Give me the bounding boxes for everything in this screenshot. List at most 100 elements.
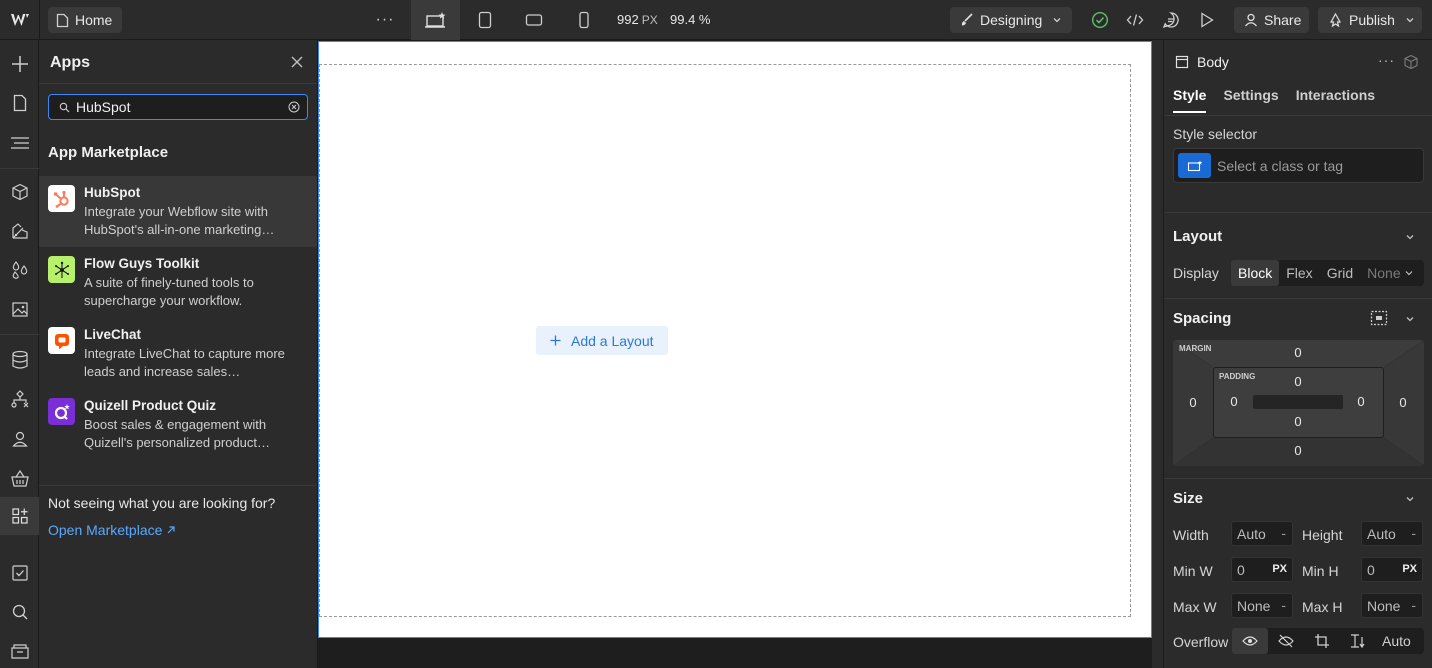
navigator-button[interactable] bbox=[0, 124, 39, 162]
apps-button[interactable] bbox=[0, 497, 39, 535]
variables-button[interactable] bbox=[0, 251, 39, 289]
panel-tabs: Style Settings Interactions bbox=[1173, 87, 1375, 113]
add-layout-button[interactable]: Add a Layout bbox=[536, 326, 668, 355]
max-width-input[interactable]: None - bbox=[1231, 593, 1293, 618]
canvas-viewport[interactable]: Add a Layout bbox=[318, 41, 1152, 638]
apps-search-field[interactable] bbox=[48, 94, 308, 120]
spacing-section-title: Spacing bbox=[1173, 310, 1232, 327]
display-block-option[interactable]: Block bbox=[1231, 260, 1280, 286]
min-width-input[interactable]: 0 PX bbox=[1231, 557, 1293, 582]
spacing-preset-icon[interactable] bbox=[1370, 310, 1388, 326]
breakpoint-mobile-portrait-button[interactable] bbox=[569, 6, 599, 34]
mobile-portrait-icon bbox=[579, 11, 589, 29]
audit-button[interactable] bbox=[0, 554, 39, 592]
style-selector-field[interactable]: Select a class or tag bbox=[1173, 148, 1424, 183]
style-selector-placeholder: Select a class or tag bbox=[1217, 158, 1344, 174]
webflow-logo-icon[interactable] bbox=[0, 0, 40, 40]
assets-button[interactable] bbox=[0, 290, 39, 328]
app-item-quizell-product-quiz[interactable]: Quizell Product Quiz Boost sales & engag… bbox=[39, 389, 317, 460]
page-selector-button[interactable]: Home bbox=[48, 7, 123, 33]
clear-search-icon[interactable] bbox=[288, 101, 300, 113]
backups-button[interactable] bbox=[0, 632, 39, 668]
overflow-hidden-option[interactable] bbox=[1268, 628, 1304, 654]
share-button[interactable]: Share bbox=[1234, 7, 1309, 33]
max-width-value: None bbox=[1237, 598, 1271, 614]
open-marketplace-label: Open Marketplace bbox=[48, 522, 163, 538]
flow-icon bbox=[10, 390, 28, 408]
padding-box: PADDING 0 0 0 0 bbox=[1213, 367, 1384, 438]
height-input[interactable]: Auto - bbox=[1361, 521, 1423, 546]
viewport-width[interactable]: 992 PX bbox=[617, 12, 658, 27]
overflow-visible-option[interactable] bbox=[1232, 628, 1268, 654]
component-cube-icon[interactable] bbox=[1403, 54, 1419, 70]
search-icon bbox=[59, 102, 70, 112]
padding-bottom-value[interactable]: 0 bbox=[1288, 414, 1308, 429]
display-toggle-group: Block Flex Grid None bbox=[1231, 260, 1424, 286]
padding-right-value[interactable]: 0 bbox=[1351, 394, 1371, 409]
element-type-badge[interactable] bbox=[1178, 153, 1211, 178]
breakpoint-mobile-landscape-button[interactable] bbox=[519, 6, 549, 34]
add-elements-button[interactable] bbox=[0, 45, 39, 83]
breakpoint-tablet-button[interactable] bbox=[470, 6, 500, 34]
body-element-outline[interactable] bbox=[319, 64, 1131, 617]
section-divider bbox=[1164, 298, 1432, 299]
comments-button[interactable] bbox=[1156, 6, 1186, 34]
min-height-value: 0 bbox=[1367, 562, 1375, 578]
max-height-input[interactable]: None - bbox=[1361, 593, 1423, 618]
margin-bottom-value[interactable]: 0 bbox=[1288, 443, 1308, 458]
chevron-down-icon[interactable] bbox=[1404, 232, 1416, 242]
overflow-scroll-option[interactable] bbox=[1304, 628, 1340, 654]
tab-style[interactable]: Style bbox=[1173, 87, 1207, 113]
display-none-option[interactable]: None bbox=[1360, 260, 1420, 286]
margin-top-value[interactable]: 0 bbox=[1288, 345, 1308, 360]
display-flex-option[interactable]: Flex bbox=[1279, 260, 1319, 286]
height-label: Height bbox=[1302, 527, 1343, 543]
max-height-label: Max H bbox=[1302, 599, 1343, 615]
min-width-label: Min W bbox=[1173, 563, 1213, 579]
plus-icon bbox=[11, 56, 28, 72]
status-check-button[interactable] bbox=[1085, 6, 1115, 34]
chevron-down-icon[interactable] bbox=[1404, 314, 1416, 324]
open-marketplace-link[interactable]: Open Marketplace bbox=[48, 522, 176, 538]
preview-button[interactable] bbox=[1192, 6, 1222, 34]
ecommerce-button[interactable] bbox=[0, 460, 39, 498]
chevron-down-icon[interactable] bbox=[1404, 494, 1416, 504]
users-button[interactable] bbox=[0, 420, 39, 458]
margin-left-value[interactable]: 0 bbox=[1183, 395, 1203, 410]
display-grid-option[interactable]: Grid bbox=[1320, 260, 1360, 286]
eye-off-icon bbox=[1278, 634, 1294, 648]
more-options-button[interactable]: ··· bbox=[370, 6, 400, 34]
app-item-flow-guys-toolkit[interactable]: Flow Guys Toolkit A suite of finely-tune… bbox=[39, 247, 317, 318]
min-width-value: 0 bbox=[1237, 562, 1245, 578]
overflow-auto-option[interactable]: Auto bbox=[1376, 633, 1411, 649]
overflow-scroll-option[interactable] bbox=[1340, 628, 1376, 654]
section-divider bbox=[1164, 478, 1432, 479]
min-height-input[interactable]: 0 PX bbox=[1361, 557, 1423, 582]
cms-button[interactable] bbox=[0, 341, 39, 379]
tab-settings[interactable]: Settings bbox=[1223, 87, 1278, 113]
breakpoint-desktop-button[interactable] bbox=[411, 0, 460, 40]
width-input[interactable]: Auto - bbox=[1231, 521, 1293, 546]
padding-top-value[interactable]: 0 bbox=[1288, 374, 1308, 389]
code-export-button[interactable] bbox=[1120, 6, 1150, 34]
publish-button[interactable]: Publish bbox=[1318, 7, 1422, 33]
apps-search-input[interactable] bbox=[76, 99, 276, 115]
app-item-livechat[interactable]: LiveChat Integrate LiveChat to capture m… bbox=[39, 318, 317, 389]
element-options-button[interactable]: ··· bbox=[1378, 52, 1395, 68]
box-model-editor: MARGIN 0 0 0 0 PADDING 0 0 0 0 bbox=[1173, 340, 1424, 466]
zoom-level[interactable]: 99.4 % bbox=[670, 12, 710, 27]
margin-right-value[interactable]: 0 bbox=[1393, 395, 1413, 410]
app-name: HubSpot bbox=[84, 185, 141, 200]
logic-button[interactable] bbox=[0, 380, 39, 418]
mode-dropdown[interactable]: Designing bbox=[950, 7, 1072, 33]
search-button[interactable] bbox=[0, 593, 39, 631]
tab-interactions[interactable]: Interactions bbox=[1296, 87, 1375, 113]
pages-button[interactable] bbox=[0, 84, 39, 122]
components-button[interactable] bbox=[0, 173, 39, 211]
close-icon[interactable] bbox=[289, 54, 305, 70]
width-label: Width bbox=[1173, 527, 1209, 543]
padding-left-value[interactable]: 0 bbox=[1224, 394, 1244, 409]
min-height-label: Min H bbox=[1302, 563, 1339, 579]
style-guide-button[interactable] bbox=[0, 212, 39, 250]
app-item-hubspot[interactable]: HubSpot Integrate your Webflow site with… bbox=[39, 176, 317, 247]
